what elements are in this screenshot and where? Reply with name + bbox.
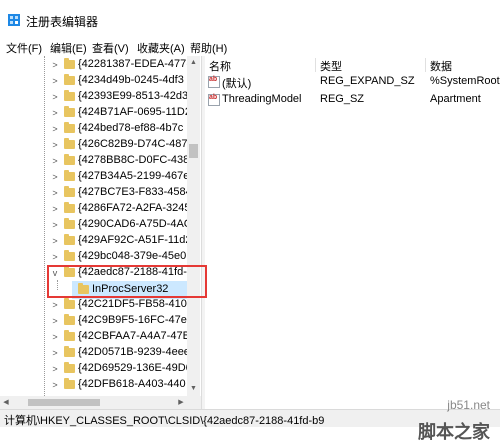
menu-edit[interactable]: 编辑(E) [50,40,87,56]
menu-view[interactable]: 查看(V) [92,40,129,56]
scroll-down-arrow-icon[interactable]: ▼ [187,382,200,396]
status-key-path: 计算机\HKEY_CLASSES_ROOT\CLSID\{42aedc87-21… [4,415,325,427]
folder-icon [64,378,75,389]
tree-horizontal-scrollbar[interactable]: ◀ ▶ [0,396,201,409]
window-title: 注册表编辑器 [26,15,99,29]
highlight-annotation-box [47,265,207,298]
folder-icon [64,154,75,165]
value-row[interactable]: ab ThreadingModel REG_SZ Apartment [205,91,500,109]
registry-key-tree[interactable]: > {42281387-EDEA-477( > {4234d49b-0245-4… [0,56,201,396]
folder-icon [64,218,75,229]
folder-icon [64,186,75,197]
tree-item-label: {42DFB618-A403-440 [78,378,186,390]
column-header-name[interactable]: 名称 [209,58,231,74]
menu-favorites[interactable]: 收藏夹(A) [137,40,185,56]
value-name: (默认) [222,78,252,90]
tree-item-label: {42D69529-136E-49D6 [78,362,192,374]
folder-icon [64,106,75,117]
scroll-right-arrow-icon[interactable]: ▶ [175,396,187,409]
scrollbar-thumb[interactable] [28,399,100,406]
menu-bar: 文件(F) 编辑(E) 查看(V) 收藏夹(A) 帮助(H) [0,37,500,57]
registry-editor-icon [8,14,20,26]
folder-icon [64,250,75,261]
column-header-data[interactable]: 数据 [430,58,452,74]
folder-icon [64,362,75,373]
folder-icon [64,58,75,69]
folder-icon [64,346,75,357]
menu-file[interactable]: 文件(F) [6,40,42,56]
tree-item-label: {429bc048-379e-45e0 [78,250,187,262]
tree-item-label: {427BC7E3-F833-4584 [78,186,192,198]
tree-item-label: {42C21DF5-FB58-4102 [78,298,193,310]
tree-item-label: {424B71AF-0695-11D2 [78,106,191,118]
column-header-type[interactable]: 类型 [320,58,342,74]
column-separator[interactable] [425,58,426,72]
scroll-left-arrow-icon[interactable]: ◀ [0,396,12,409]
value-name: ThreadingModel [222,93,302,105]
tree-item-label: {424bed78-ef88-4b7c [78,122,184,134]
value-type: REG_EXPAND_SZ [320,75,415,87]
folder-icon [64,298,75,309]
value-data: %SystemRoot [430,75,500,87]
folder-icon [64,314,75,325]
value-row[interactable]: ab (默认) REG_EXPAND_SZ %SystemRoot [205,73,500,91]
folder-icon [64,74,75,85]
tree-item-label: {4286FA72-A2FA-3245 [78,202,191,214]
folder-icon [64,90,75,101]
tree-item-label: {4278BB8C-D0FC-438( [78,154,193,166]
tree-item-label: {42393E99-8513-42d3 [78,90,189,102]
watermark-site: jb51.net [447,398,490,412]
title-bar: 注册表编辑器 [0,0,500,37]
string-value-icon: ab [208,94,220,106]
tree-item[interactable]: > {42DFB618-A403-440 [0,376,187,394]
tree-item-label: {42C9B9F5-16FC-47ef [78,314,190,326]
folder-icon [64,330,75,341]
folder-icon [64,138,75,149]
folder-icon [64,202,75,213]
folder-icon [64,170,75,181]
scroll-up-arrow-icon[interactable]: ▲ [187,56,200,70]
tree-vertical-scrollbar[interactable]: ▲ ▼ [187,56,200,396]
scrollbar-thumb[interactable] [189,144,198,158]
registry-values-list[interactable]: 名称 类型 数据 ab (默认) REG_EXPAND_SZ %SystemRo… [205,56,500,409]
chevron-right-icon[interactable]: > [50,376,60,394]
folder-icon [64,122,75,133]
tree-item-label: {42281387-EDEA-477( [78,58,190,70]
watermark-name: 脚本之家 [418,422,490,442]
column-separator[interactable] [315,58,316,72]
tree-item-label: {426C82B9-D74C-487 [78,138,188,150]
tree-item-label: {4290CAD6-A75D-4AC [78,218,192,230]
tree-item-label: {42CBFAA7-A4A7-47B [78,330,190,342]
tree-item-label: {427B34A5-2199-467e [78,170,190,182]
tree-item-label: {4234d49b-0245-4df3 [78,74,184,86]
value-data: Apartment [430,93,481,105]
menu-help[interactable]: 帮助(H) [190,40,227,56]
tree-item-label: {42D0571B-9239-4eee [78,346,190,358]
tree-item-label: {429AF92C-A51F-11d2 [78,234,192,246]
string-value-icon: ab [208,76,220,88]
folder-icon [64,234,75,245]
value-type: REG_SZ [320,93,365,105]
